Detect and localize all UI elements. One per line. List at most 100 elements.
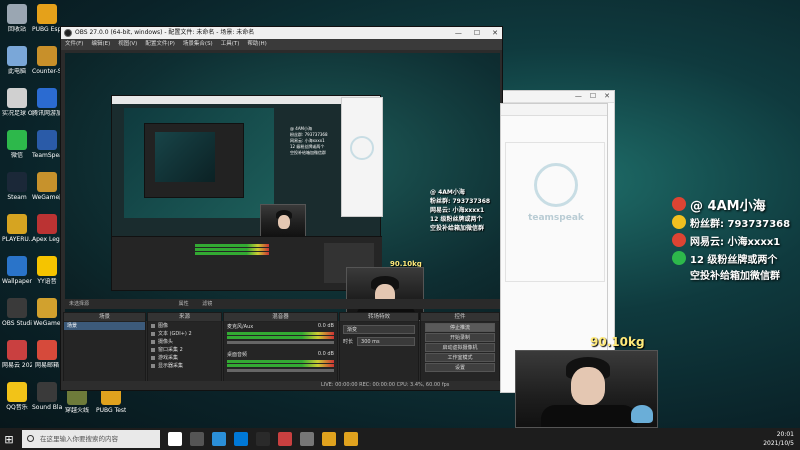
app-icon — [37, 130, 57, 150]
start-recording-button[interactable]: 开始录制 — [425, 333, 495, 342]
clock-date: 2021/10/5 — [763, 440, 794, 447]
obs-status-bar: LIVE: 00:00:00 REC: 00:00:00 CPU: 3.4%, … — [61, 381, 502, 390]
source-item[interactable]: 摄像头 — [148, 338, 221, 346]
volume-slider[interactable] — [227, 369, 334, 372]
taskbar-app-icon[interactable] — [234, 432, 248, 446]
desktop-icon[interactable]: 腾讯网游加速器 — [32, 88, 62, 117]
taskbar-app-icon[interactable] — [300, 432, 314, 446]
duration-input[interactable]: 300 ms — [357, 337, 415, 346]
menu-scene-collection[interactable]: 场景集合(S) — [183, 39, 213, 50]
taskbar-app-icon[interactable] — [322, 432, 336, 446]
transitions-dock: 转场特效 渐变 时长 300 ms — [339, 312, 419, 382]
desktop-icon[interactable]: 网易邮箱 — [32, 340, 62, 369]
desktop-icon-label: 实况足球 Online 1 — [2, 110, 32, 117]
taskbar-app-icon[interactable] — [190, 432, 204, 446]
mixer-dock: 混音器 麦克风/Aux 0.0 dB 桌面音频 0.0 dB — [223, 312, 338, 382]
desktop-icon[interactable]: 回收站 — [2, 4, 32, 33]
app-icon — [7, 382, 27, 402]
source-item[interactable]: 图像 — [148, 322, 221, 330]
taskbar-app-icon[interactable] — [344, 432, 358, 446]
volume-meter — [227, 336, 334, 339]
desktop-icon[interactable]: PUBG Esport... — [32, 4, 62, 33]
menu-file[interactable]: 文件(F) — [65, 39, 83, 50]
studio-mode-button[interactable]: 工作室模式 — [425, 353, 495, 362]
maximize-icon[interactable]: ☐ — [590, 92, 596, 100]
penguin-icon — [672, 215, 686, 229]
desktop-icon[interactable]: Apex Legends — [32, 214, 62, 243]
desktop-icon[interactable]: Counter-S... Global Of... — [32, 46, 62, 75]
minimize-icon[interactable]: — — [455, 27, 462, 39]
maximize-icon[interactable]: ☐ — [474, 27, 480, 39]
taskbar-app-icon[interactable] — [212, 432, 226, 446]
menu-help[interactable]: 帮助(H) — [247, 39, 266, 50]
app-icon — [37, 214, 57, 234]
desktop-icon[interactable]: YY语音 — [32, 256, 62, 285]
goal-ribbon: 90.10kg — [590, 335, 645, 349]
obs-title: OBS 27.0.0 (64-bit, windows) - 配置文件: 未命名… — [75, 29, 255, 36]
app-icon — [7, 88, 27, 108]
source-item[interactable]: 显示器采集 — [148, 362, 221, 370]
desktop-icon[interactable]: QQ音乐 — [2, 382, 32, 411]
desktop-icon-label: 腾讯网游加速器 — [32, 110, 62, 117]
app-icon — [7, 340, 27, 360]
desktop-icon[interactable]: 微信 — [2, 130, 32, 159]
menu-profile[interactable]: 配置文件(P) — [145, 39, 175, 50]
desktop-icon[interactable]: Steam — [2, 172, 32, 201]
app-icon — [37, 172, 57, 192]
obs-preview[interactable]: @ 4AM小海 粉丝群: 793737368 网易云: 小海xxxx1 12 级粉丝牌… — [65, 53, 500, 321]
source-item[interactable]: 文本 (GDI+) 2 — [148, 330, 221, 338]
desktop-icon-label: TeamSpeak 3 — [32, 152, 62, 159]
windows-start-icon[interactable]: ⊞ — [0, 428, 18, 450]
close-icon[interactable]: ✕ — [604, 92, 610, 100]
app-icon — [37, 88, 57, 108]
taskbar-app-icon[interactable] — [256, 432, 270, 446]
desktop-icon-label: PLAYERU... BATTLEGR... — [2, 236, 32, 243]
settings-button[interactable]: 设置 — [425, 363, 495, 372]
properties-button[interactable]: 属性 — [179, 301, 189, 307]
obs-window[interactable]: OBS 27.0.0 (64-bit, windows) - 配置文件: 未命名… — [60, 26, 503, 391]
mixer-track-level: 0.0 dB — [317, 351, 334, 357]
menu-view[interactable]: 视图(V) — [118, 39, 137, 50]
taskbar-search-input[interactable]: 在这里输入你要搜索的内容 — [22, 430, 160, 448]
desktop-icon[interactable]: TeamSpeak 3 — [32, 130, 62, 159]
obs-logo-icon — [64, 29, 72, 37]
stop-streaming-button[interactable]: 停止推流 — [425, 323, 495, 332]
transition-select[interactable]: 渐变 — [343, 325, 415, 334]
desktop-icon-label: 回收站 — [7, 26, 26, 33]
desktop-icon-label: Sound Blaster ... — [32, 404, 62, 411]
desktop-icon-label: WeGame — [33, 320, 61, 327]
volume-slider[interactable] — [227, 341, 334, 344]
teamspeak-titlebar — [501, 104, 607, 116]
menu-tools[interactable]: 工具(T) — [221, 39, 240, 50]
desktop-icon[interactable]: 此电脑 — [2, 46, 32, 75]
app-icon — [7, 4, 27, 24]
desktop-icon[interactable]: Wallpaper Engine: ... — [2, 256, 32, 285]
minimize-icon[interactable]: — — [575, 92, 582, 100]
desktop-icon[interactable]: WeGame版 — [32, 172, 62, 201]
app-icon — [37, 298, 57, 318]
source-item[interactable]: 游戏采集 — [148, 354, 221, 362]
source-item[interactable]: 窗口采集 2 — [148, 346, 221, 354]
desktop-icon-label: 穿越火线 — [64, 407, 89, 414]
taskbar-app-icon[interactable] — [278, 432, 292, 446]
close-icon[interactable]: ✕ — [492, 27, 498, 39]
desktop-icon-label: Steam — [7, 194, 27, 201]
app-icon — [37, 4, 57, 24]
scenes-dock: 场景 场景 — [63, 312, 146, 382]
desktop-icon[interactable]: Sound Blaster ... — [32, 382, 62, 411]
teamspeak-titlebar: — ☐ ✕ — [496, 91, 614, 103]
desktop-icon[interactable]: PLAYERU... BATTLEGR... — [2, 214, 32, 243]
taskbar-app-icon[interactable] — [168, 432, 182, 446]
desktop-icon-label: 微信 — [10, 152, 23, 159]
scene-item[interactable]: 场景 — [64, 322, 145, 330]
desktop-icon[interactable]: WeGame — [32, 298, 62, 327]
menu-edit[interactable]: 编辑(E) — [91, 39, 110, 50]
desktop-icon-label: 网易云 2021031... — [2, 362, 32, 369]
volume-meter — [227, 332, 334, 335]
system-clock[interactable]: 20:01 2021/10/5 — [763, 430, 794, 448]
filters-button[interactable]: 滤镜 — [202, 301, 212, 307]
desktop-icon[interactable]: 网易云 2021031... — [2, 340, 32, 369]
desktop-icon[interactable]: 实况足球 Online 1 — [2, 88, 32, 117]
desktop-icon[interactable]: OBS Studio — [2, 298, 32, 327]
virtual-camera-button[interactable]: 启动虚拟摄像机 — [425, 343, 495, 352]
